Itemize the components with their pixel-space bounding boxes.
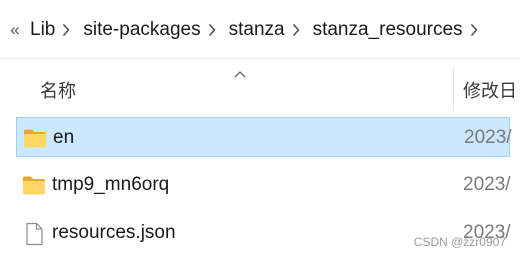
breadcrumb-overflow-button[interactable]: «: [6, 20, 24, 40]
column-header-modified[interactable]: 修改日: [463, 77, 517, 103]
document-icon: [22, 222, 46, 246]
file-explorer: « Lib site-packages stanza stanza_resour…: [0, 0, 520, 259]
file-name: tmp9_mn6orq: [52, 174, 170, 195]
chevron-right-icon[interactable]: [55, 23, 77, 37]
file-name: en: [53, 127, 75, 148]
breadcrumb-item-stanza-resources[interactable]: stanza_resources: [313, 19, 463, 41]
breadcrumb-item-lib[interactable]: Lib: [30, 19, 55, 41]
watermark: CSDN @zzr0907: [413, 235, 506, 249]
chevron-right-icon[interactable]: [201, 23, 223, 37]
file-modified-date: 2023/: [463, 174, 511, 195]
column-header-name[interactable]: 名称: [40, 77, 76, 103]
file-modified-date: 2023/: [464, 127, 512, 148]
chevron-right-icon[interactable]: [285, 23, 307, 37]
column-resize-handle[interactable]: [453, 67, 454, 111]
breadcrumb-item-stanza[interactable]: stanza: [229, 19, 285, 41]
folder-icon: [22, 174, 46, 196]
folder-icon: [23, 127, 47, 149]
column-header-row: 名称 修改日: [0, 59, 520, 111]
sort-ascending-icon: [234, 65, 246, 83]
file-row-en[interactable]: en 2023/: [16, 117, 512, 157]
breadcrumb: « Lib site-packages stanza stanza_resour…: [0, 10, 520, 50]
file-row-tmp9-mn6orq[interactable]: tmp9_mn6orq 2023/: [16, 165, 511, 205]
chevron-right-icon[interactable]: [463, 23, 485, 37]
breadcrumb-item-site-packages[interactable]: site-packages: [83, 19, 200, 41]
file-name: resources.json: [52, 222, 176, 243]
